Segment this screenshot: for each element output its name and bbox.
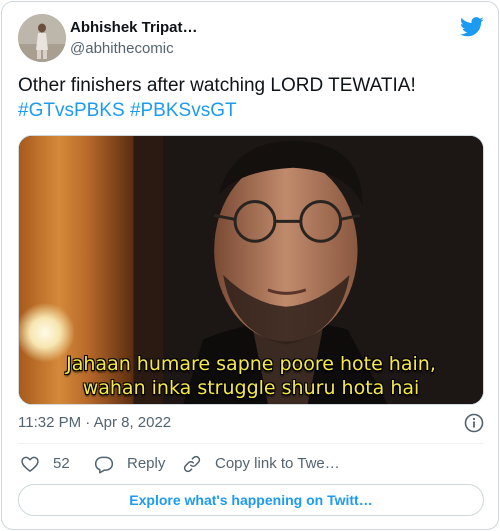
hashtag-pbksvsgt[interactable]: #PBKSvsGT: [130, 100, 237, 121]
author-display-name[interactable]: Abhishek Tripat…: [70, 18, 198, 38]
tweet-text: Other finishers after watching LORD TEWA…: [18, 73, 484, 123]
copy-link-label: Copy link to Twe…: [215, 455, 340, 472]
divider: [18, 443, 484, 444]
tweet-meta: 11:32 PM · Apr 8, 2022: [18, 413, 484, 433]
author-handle[interactable]: @abhithecomic: [70, 39, 198, 59]
reply-button[interactable]: Reply: [94, 453, 165, 475]
twitter-bird-icon[interactable]: [460, 16, 484, 38]
tweet-actions: 52 Reply Copy link to Twe…: [18, 453, 484, 475]
reply-label: Reply: [127, 455, 166, 472]
like-button[interactable]: 52: [20, 453, 70, 475]
avatar-image: [18, 14, 66, 62]
tweet-header: Abhishek Tripat… @abhithecomic: [18, 14, 484, 64]
copy-link-button[interactable]: Copy link to Twe…: [182, 453, 340, 475]
tweet-body-text: Other finishers after watching LORD TEWA…: [18, 75, 416, 96]
info-icon[interactable]: [464, 413, 484, 433]
avatar[interactable]: [18, 14, 66, 62]
subtitle-line-1: Jahaan humare sapne poore hote hain,: [66, 353, 436, 375]
like-count: 52: [53, 455, 70, 472]
author-info[interactable]: Abhishek Tripat… @abhithecomic: [70, 18, 198, 59]
explore-button[interactable]: Explore what's happening on Twitt…: [18, 484, 484, 516]
tweet-timestamp[interactable]: 11:32 PM · Apr 8, 2022: [18, 414, 171, 431]
heart-icon: [21, 456, 39, 472]
reply-icon: [94, 456, 114, 474]
hashtag-gtvspbks[interactable]: #GTvsPBKS: [18, 100, 125, 121]
subtitle-line-2: wahan inka struggle shuru hota hai: [82, 377, 420, 399]
link-icon: [183, 455, 201, 473]
tweet-card: Abhishek Tripat… @abhithecomic Other fin…: [1, 1, 499, 530]
tweet-media[interactable]: Jahaan humare sapne poore hote hain, wah…: [18, 135, 484, 405]
